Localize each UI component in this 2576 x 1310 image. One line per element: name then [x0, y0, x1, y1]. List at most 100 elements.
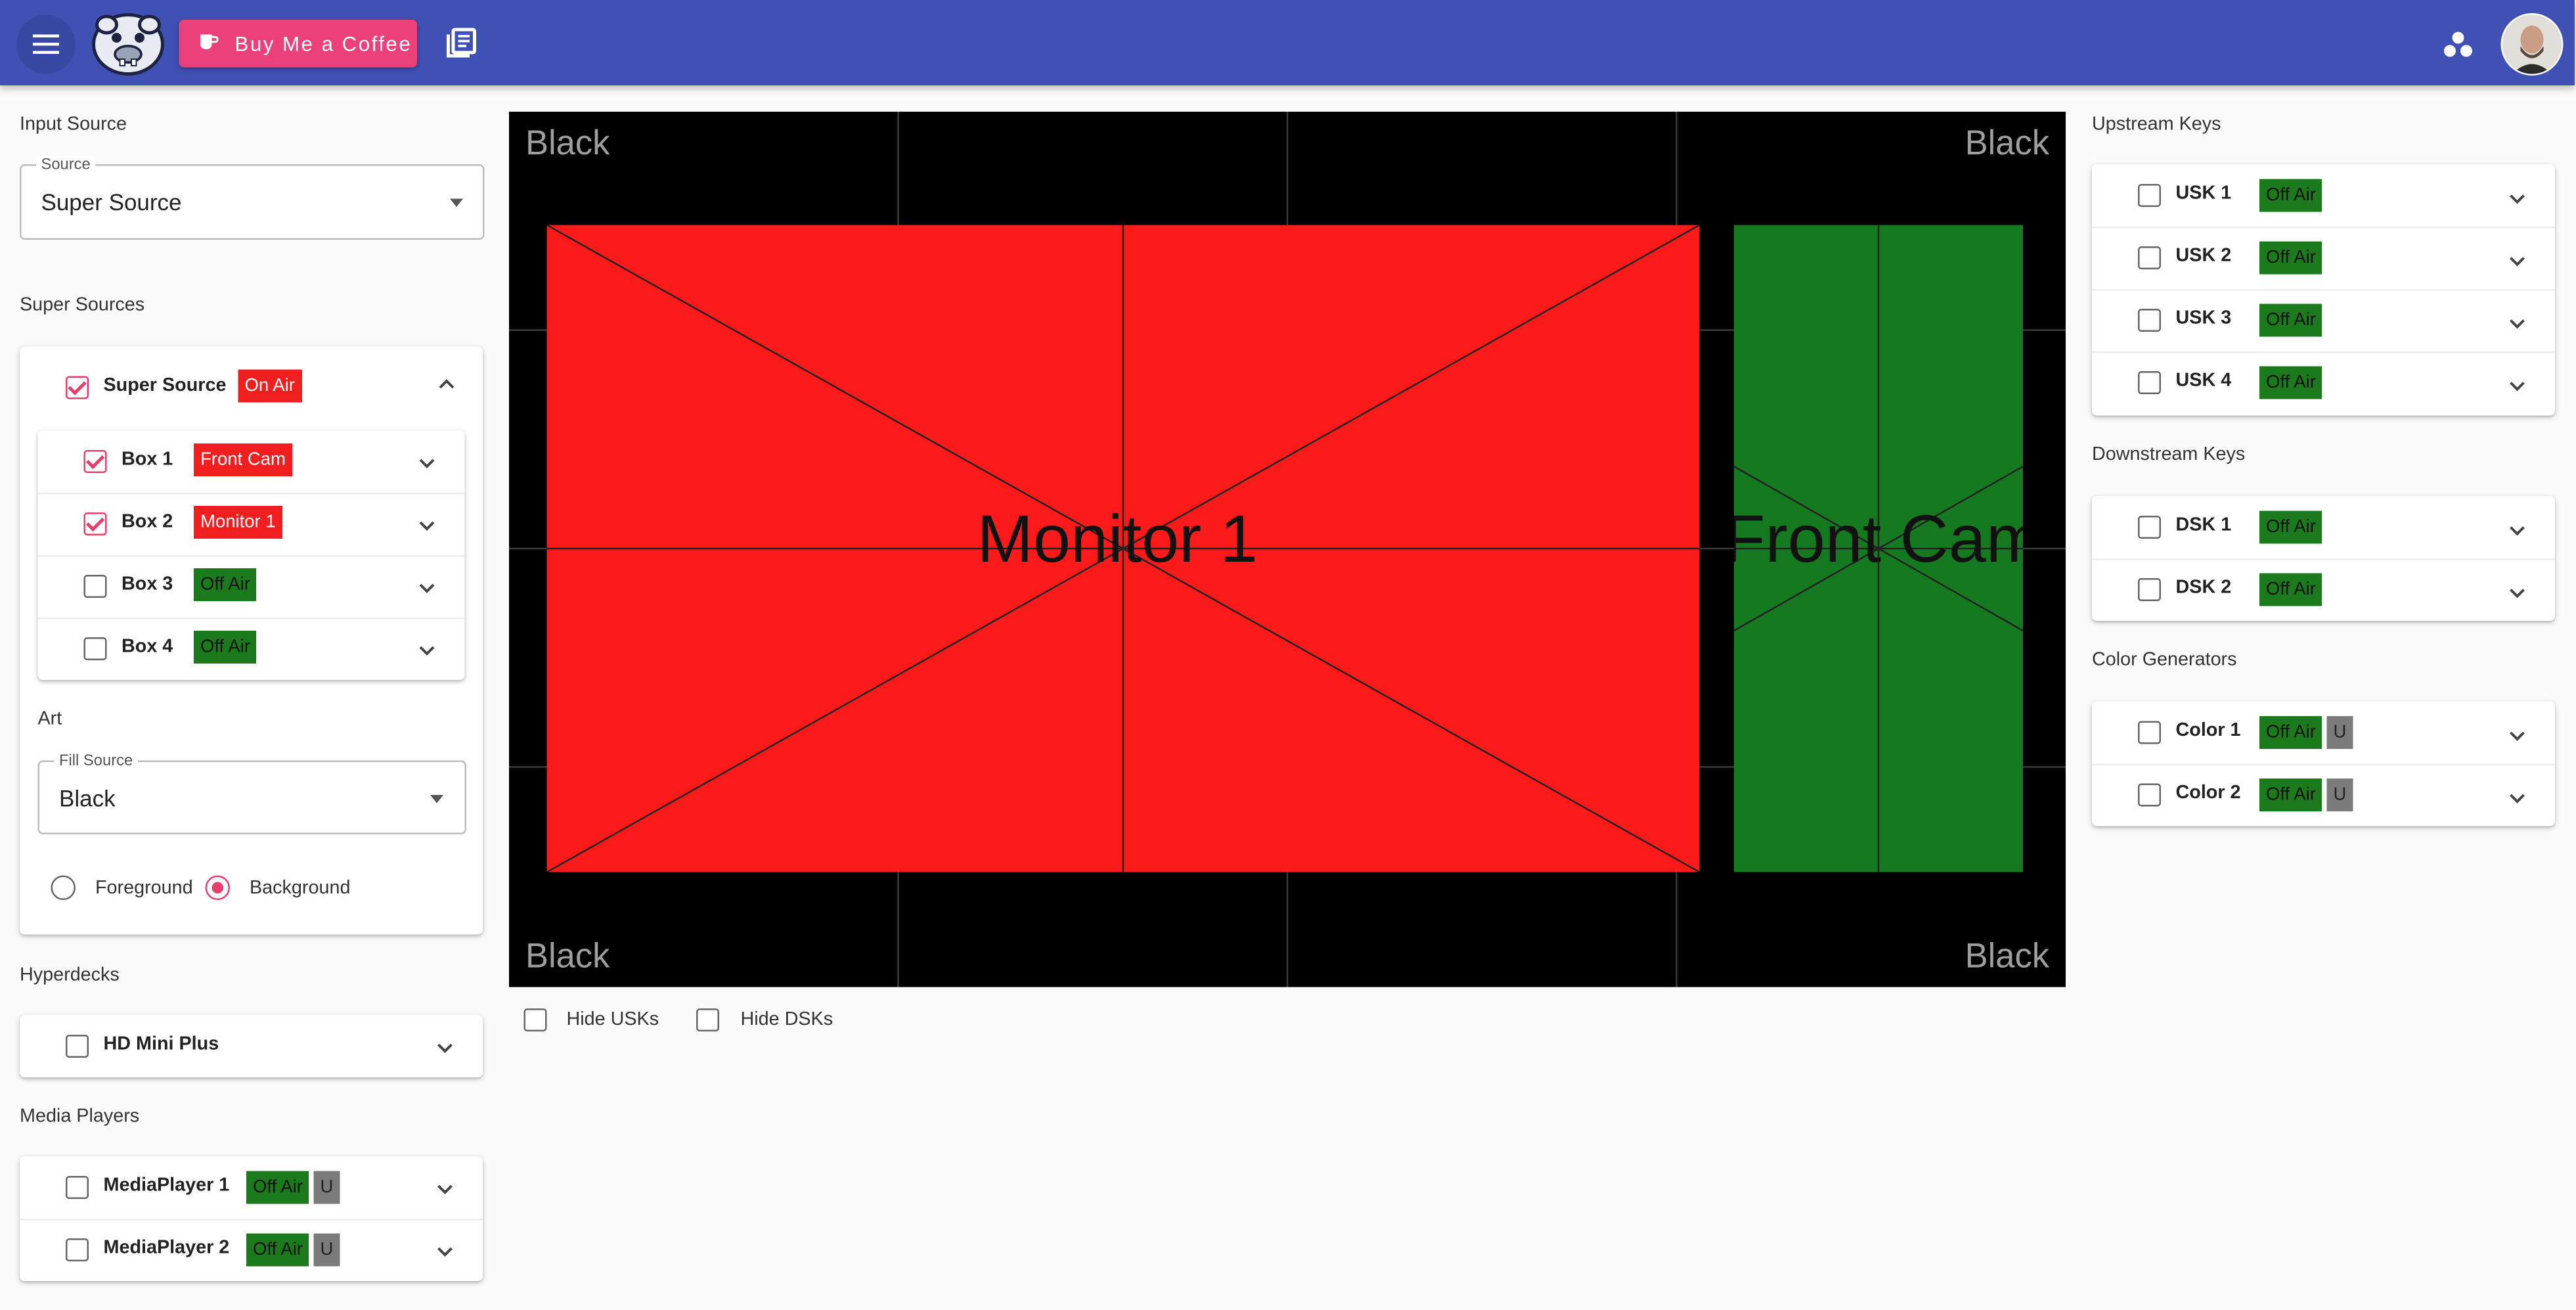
hyperdeck-label: HD Mini Plus	[103, 1035, 219, 1054]
chevron-down-icon[interactable]	[416, 577, 439, 600]
usk-3-label: USK 3	[2175, 309, 2232, 328]
docs-button[interactable]	[443, 25, 479, 61]
color-2-checkbox[interactable]	[2138, 783, 2161, 807]
media-player-2-label: MediaPlayer 2	[103, 1238, 230, 1258]
box-row-1[interactable]: Box 1 Front Cam	[37, 430, 465, 495]
media-player-1-checkbox[interactable]	[66, 1176, 89, 1199]
chevron-down-icon[interactable]	[416, 514, 439, 537]
dsk-row-2[interactable]: DSK 2 Off Air	[2092, 558, 2555, 621]
color-1-badge: Off Air	[2259, 716, 2322, 749]
corner-label-top-right: Black	[1965, 125, 2049, 163]
color-1-u-badge: U	[2326, 716, 2353, 749]
upstream-keys-panel: USK 1 Off Air USK 2 Off Air USK 3 Off Ai…	[2092, 164, 2555, 416]
corner-label-bottom-right: Black	[1965, 937, 2049, 976]
box-1-source-badge: Front Cam	[194, 443, 292, 476]
chevron-down-icon[interactable]	[2506, 787, 2529, 810]
usk-2-label: USK 2	[2175, 246, 2232, 266]
menu-button[interactable]	[16, 14, 76, 74]
color-2-label: Color 2	[2175, 783, 2241, 803]
foreground-label: Foreground	[95, 878, 193, 899]
box-1-label: Box 1	[122, 450, 173, 470]
menu-icon	[33, 34, 59, 54]
app-bar: Buy Me a Coffee	[0, 0, 2575, 85]
chevron-down-icon[interactable]	[2506, 725, 2529, 748]
usk-4-badge: Off Air	[2259, 366, 2322, 399]
dsk-1-checkbox[interactable]	[2138, 516, 2161, 539]
fill-source-value: Black	[59, 785, 116, 811]
hyperdeck-row[interactable]: HD Mini Plus	[20, 1015, 483, 1077]
usk-row-4[interactable]: USK 4 Off Air	[2092, 351, 2555, 414]
upstream-keys-title: Upstream Keys	[2092, 115, 2221, 135]
box-2-source-badge: Monitor 1	[194, 506, 282, 539]
color-row-2[interactable]: Color 2 Off Air U	[2092, 764, 2555, 826]
chevron-down-icon[interactable]	[2506, 187, 2529, 210]
chevron-up-icon[interactable]	[435, 373, 458, 396]
hide-usks-label: Hide USKs	[566, 1010, 659, 1030]
box-3-source-badge: Off Air	[194, 568, 257, 601]
chevron-down-icon[interactable]	[433, 1240, 456, 1263]
chevron-down-icon[interactable]	[2506, 374, 2529, 397]
fill-source-select[interactable]: Fill Source Black	[37, 752, 466, 834]
box-row-3[interactable]: Box 3 Off Air	[37, 555, 465, 620]
usk-4-checkbox[interactable]	[2138, 371, 2161, 394]
usk-row-2[interactable]: USK 2 Off Air	[2092, 227, 2555, 291]
color-2-u-badge: U	[2326, 779, 2353, 811]
chevron-down-icon[interactable]	[2506, 581, 2529, 604]
hide-usks-checkbox[interactable]	[523, 1008, 547, 1031]
box-3-checkbox[interactable]	[83, 575, 107, 598]
box-row-4[interactable]: Box 4 Off Air	[38, 618, 465, 680]
media-player-2-badge: Off Air	[246, 1233, 309, 1267]
avatar[interactable]	[2500, 13, 2564, 76]
box-2-checkbox[interactable]	[83, 512, 107, 535]
usk-2-checkbox[interactable]	[2138, 246, 2161, 269]
dropdown-arrow-icon	[430, 795, 443, 803]
fill-source-legend: Fill Source	[54, 752, 138, 771]
dsk-row-1[interactable]: DSK 1 Off Air	[2092, 496, 2555, 560]
source-select[interactable]: Source Super Source	[20, 156, 485, 240]
chevron-down-icon[interactable]	[416, 452, 439, 475]
color-1-checkbox[interactable]	[2138, 721, 2161, 744]
background-radio[interactable]	[205, 875, 230, 900]
box-4-checkbox[interactable]	[83, 637, 107, 660]
box-1-checkbox[interactable]	[83, 450, 107, 473]
chevron-down-icon[interactable]	[2506, 519, 2529, 542]
foreground-radio[interactable]	[51, 875, 76, 900]
usk-1-checkbox[interactable]	[2138, 184, 2161, 207]
dsk-2-badge: Off Air	[2259, 573, 2322, 606]
usk-row-1[interactable]: USK 1 Off Air	[2092, 164, 2555, 229]
chevron-down-icon[interactable]	[416, 639, 439, 662]
dots-icon	[2444, 32, 2472, 57]
corner-label-bottom-left: Black	[525, 937, 610, 976]
chevron-down-icon[interactable]	[433, 1037, 456, 1060]
usk-4-label: USK 4	[2175, 371, 2232, 391]
box-1-source-label: Monitor 1	[977, 501, 1258, 577]
media-player-row-1[interactable]: MediaPlayer 1 Off Air U	[20, 1156, 483, 1221]
hide-dsks-checkbox[interactable]	[696, 1008, 719, 1031]
media-player-1-badge: Off Air	[246, 1171, 309, 1204]
super-source-preview[interactable]: Black Black Black Black Monitor 1 Front …	[509, 112, 2066, 987]
usk-3-checkbox[interactable]	[2138, 309, 2161, 332]
box-row-2[interactable]: Box 2 Monitor 1	[37, 493, 465, 557]
preview-box-2[interactable]: Front Cam	[1734, 225, 2023, 872]
chevron-down-icon[interactable]	[2506, 312, 2529, 335]
dsk-2-checkbox[interactable]	[2138, 578, 2161, 601]
docs-icon	[447, 28, 476, 58]
super-source-checkbox[interactable]	[66, 376, 89, 399]
hyperdeck-checkbox[interactable]	[66, 1035, 89, 1058]
chevron-down-icon[interactable]	[2506, 250, 2529, 273]
box-2-source-label: Front Cam	[1734, 501, 2023, 577]
media-player-2-checkbox[interactable]	[66, 1238, 89, 1261]
art-title: Art	[37, 710, 62, 729]
color-row-1[interactable]: Color 1 Off Air U	[2092, 702, 2555, 765]
media-player-row-2[interactable]: MediaPlayer 2 Off Air U	[20, 1219, 483, 1281]
chevron-down-icon[interactable]	[433, 1178, 456, 1201]
corner-label-top-left: Black	[525, 125, 610, 163]
usk-row-3[interactable]: USK 3 Off Air	[2092, 289, 2555, 353]
preview-box-1[interactable]: Monitor 1	[546, 225, 1700, 872]
status-badge: On Air	[238, 369, 301, 403]
logo[interactable]	[89, 9, 167, 78]
buy-me-a-coffee-button[interactable]: Buy Me a Coffee	[179, 20, 417, 68]
media-player-2-u-badge: U	[313, 1233, 340, 1267]
hyperdecks-panel: HD Mini Plus	[20, 1015, 483, 1077]
connections-button[interactable]	[2437, 25, 2479, 68]
